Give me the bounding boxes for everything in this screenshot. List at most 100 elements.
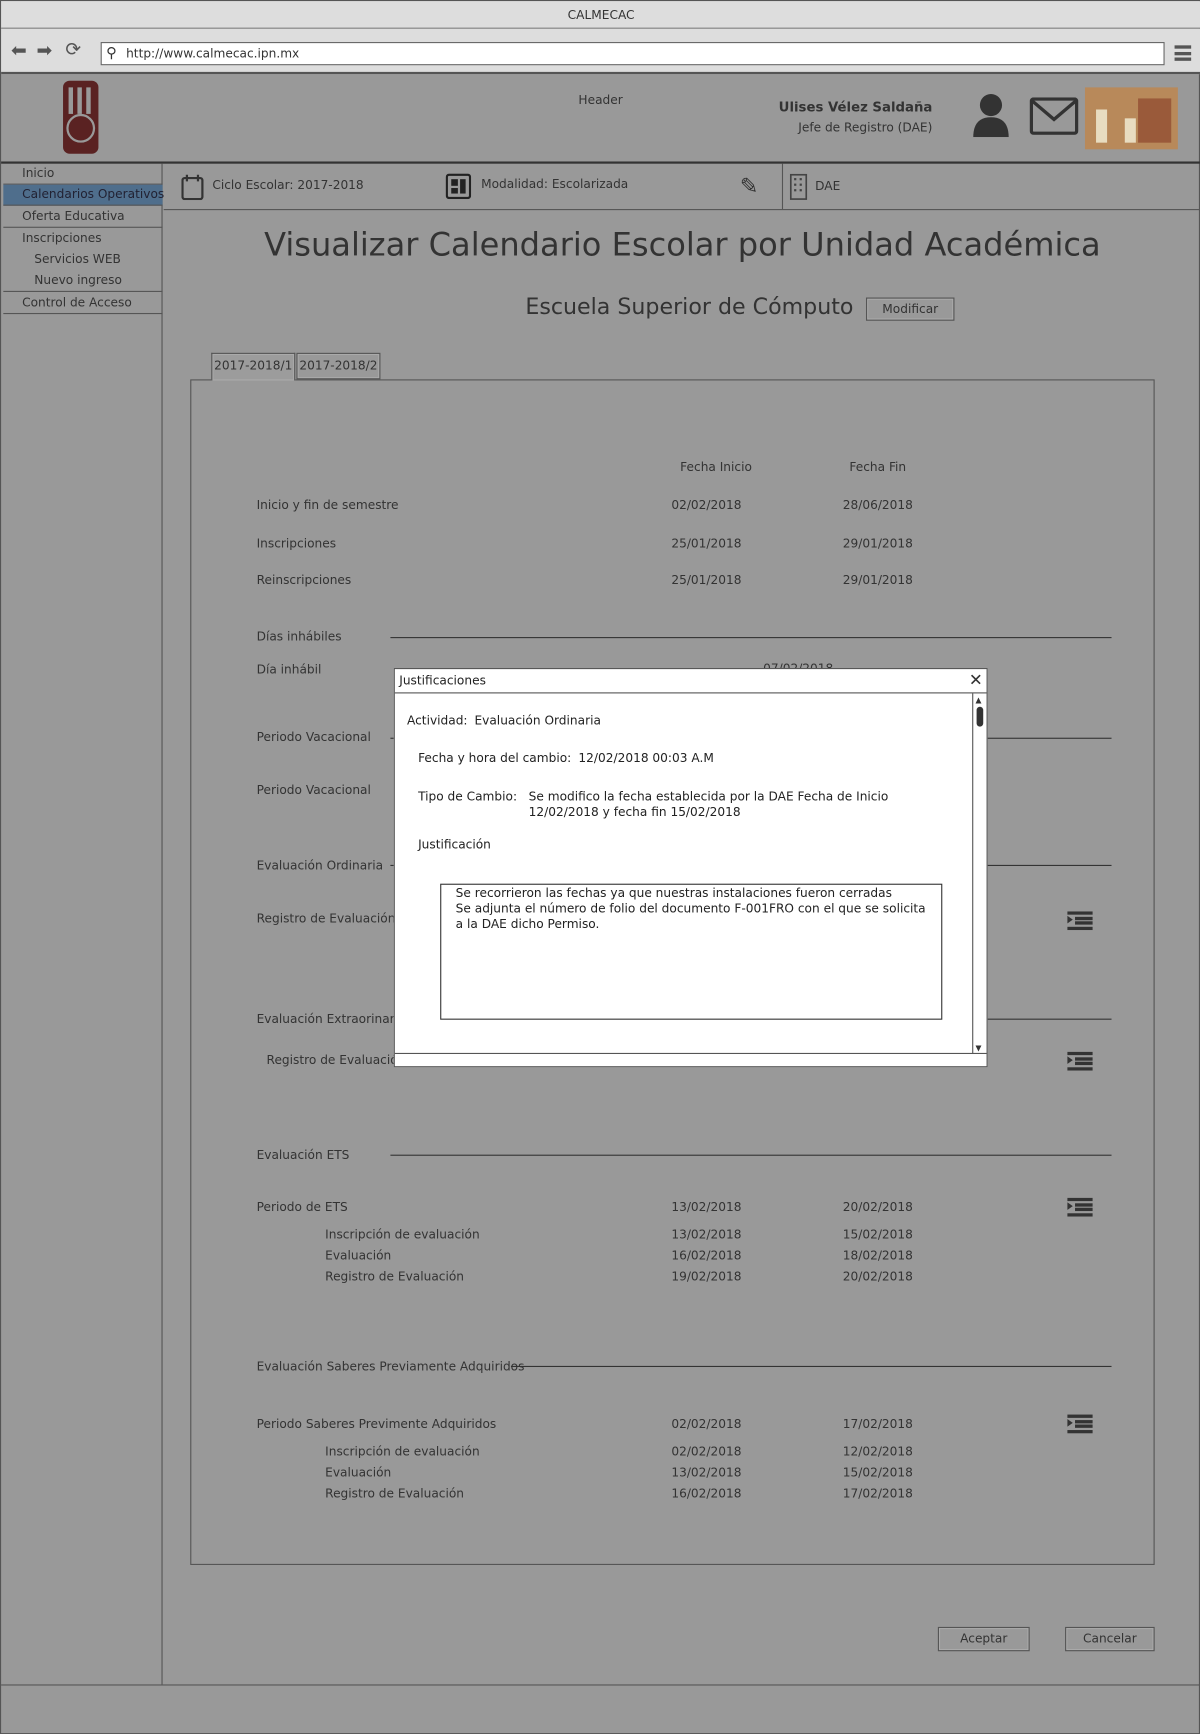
row-start: 25/01/2018 [671,536,742,551]
section-divider [390,1154,1112,1156]
sub-row-label: Evaluación [325,1248,392,1264]
row-label: Periodo de ETS [256,1199,348,1215]
tipo-label: Tipo de Cambio: [418,789,518,805]
dialog-header: Justificaciones ✕ [394,669,987,694]
row-label: Periodo Vacacional [256,783,371,798]
row-label: Reinscripciones [256,572,352,588]
modify-button[interactable]: Modificar [865,297,955,321]
col-header-end: Fecha Fin [849,460,907,475]
section-title: Días inhábiles [256,629,342,644]
forward-icon[interactable]: ➡ [36,40,52,62]
section-title: Evaluación Extraorinaria [256,1011,406,1027]
sub-row-end: 20/02/2018 [842,1269,913,1285]
page-title: Visualizar Calendario Escolar por Unidad… [264,225,1101,264]
mail-icon[interactable] [1029,97,1079,135]
ciclo-escolar: Ciclo Escolar: 2017-2018 [212,178,364,193]
school-name: Escuela Superior de Cómputo [525,293,854,320]
modalidad-icon [445,173,472,200]
details-list-icon[interactable] [1067,911,1093,931]
section-title: Evaluación ETS [256,1148,350,1163]
row-start: 02/02/2018 [671,497,742,513]
justificacion-textarea[interactable]: Se recorrieron las fechas ya que nuestra… [440,883,943,1020]
row-end: 28/06/2018 [842,497,913,513]
sub-row-start: 13/02/2018 [671,1465,742,1480]
back-icon[interactable]: ⬅ [11,40,27,62]
row-label: Inscripciones [256,536,337,551]
sub-row-label: Inscripción de evaluación [325,1227,480,1243]
window-title: CALMECAC [1,1,1200,29]
search-icon: ⚲ [106,45,117,62]
sidebar-item-calendarios-operativos[interactable]: Calendarios Operativos [3,184,164,206]
user-icon[interactable] [972,93,1010,138]
app-header: Header Ulises Vélez Saldaña Jefe de Regi… [1,74,1200,164]
justificaciones-dialog: Justificaciones ✕ Actividad: Evaluación … [393,668,988,1068]
sub-row-end: 15/02/2018 [842,1465,913,1480]
sub-row-start: 16/02/2018 [671,1248,742,1264]
row-start: 02/02/2018 [671,1416,742,1432]
modalidad: Modalidad: Escolarizada [481,176,629,192]
sub-row-start: 02/02/2018 [671,1444,742,1459]
sidebar-item-nuevo-ingreso[interactable]: Nuevo ingreso [3,271,163,292]
details-list-icon[interactable] [1067,1414,1093,1434]
sub-row-start: 16/02/2018 [671,1486,742,1501]
info-bar: Ciclo Escolar: 2017-2018 Modalidad: Esco… [163,163,1200,211]
row-label: Día inhábil [256,662,322,677]
close-icon[interactable]: ✕ [969,670,983,690]
details-list-icon[interactable] [1067,1197,1093,1217]
tipo-value: Se modifico la fecha establecida por la … [528,789,889,820]
sub-row-label: Evaluación [325,1465,392,1480]
actividad-value: Evaluación Ordinaria [474,713,601,728]
dialog-title: Justificaciones [399,673,486,688]
details-list-icon[interactable] [1067,1051,1093,1071]
reload-icon[interactable]: ⟳ [65,39,81,61]
justificacion-label: Justificación [418,837,491,852]
sidebar-item-control-de-acceso[interactable]: Control de Acceso [3,293,163,315]
header-label: Header [578,92,623,108]
sidebar: Inicio Calendarios Operativos Oferta Edu… [3,163,164,1685]
fecha-value: 12/02/2018 00:03 A.M [578,750,714,766]
tab-2017-2018-1[interactable]: 2017-2018/1 [211,352,296,381]
sidebar-item-inicio[interactable]: Inicio [3,164,163,185]
sub-row-start: 13/02/2018 [671,1227,742,1243]
row-start: 25/01/2018 [671,572,742,588]
row-end: 29/01/2018 [842,572,913,588]
sub-row-start: 19/02/2018 [671,1269,742,1285]
browser-toolbar: ⬅ ➡ ⟳ ⚲ http://www.calmecac.ipn.mx [1,28,1200,75]
row-start: 13/02/2018 [671,1199,742,1215]
sidebar-item-oferta-educativa[interactable]: Oferta Educativa [3,207,163,228]
col-header-start: Fecha Inicio [680,460,752,475]
sub-row-label: Registro de Evaluación [325,1269,464,1285]
row-label: Registro de Evaluación [256,911,396,926]
dialog-scrollbar[interactable]: ▲ ▼ [972,693,986,1055]
unidad: DAE [815,179,841,194]
ipn-logo [63,80,99,154]
edit-pencil-icon[interactable]: ✎ [740,173,759,200]
section-title: Evaluación Saberes Previamente Adquirido… [256,1359,525,1374]
fecha-label: Fecha y hora del cambio: [418,750,572,766]
row-end: 17/02/2018 [842,1416,913,1432]
menu-icon[interactable] [1174,45,1192,61]
sidebar-item-inscripciones[interactable]: Inscripciones [3,229,162,250]
url-input[interactable]: ⚲ http://www.calmecac.ipn.mx [100,42,1165,66]
section-title: Evaluación Ordinaria [256,858,384,873]
sub-row-end: 18/02/2018 [842,1248,913,1264]
sub-row-end: 17/02/2018 [842,1486,913,1501]
sidebar-item-servicios-web[interactable]: Servicios WEB [3,250,162,271]
sub-row-label: Registro de Evaluación [325,1486,464,1501]
status-bar-divider [1,1684,1200,1686]
accept-button[interactable]: Aceptar [937,1626,1030,1652]
row-end: 20/02/2018 [842,1199,913,1215]
user-name: Ulises Vélez Saldaña [778,99,933,116]
url-text: http://www.calmecac.ipn.mx [126,46,300,61]
row-label: Periodo Vacacional [256,729,371,745]
section-divider [510,1365,1112,1368]
scroll-thumb[interactable] [976,706,984,727]
calendar-icon [181,174,204,201]
codex-image [1084,87,1178,150]
tab-2017-2018-2[interactable]: 2017-2018/2 [296,352,381,380]
cancel-button[interactable]: Cancelar [1065,1626,1155,1652]
section-divider [390,637,1112,639]
building-icon [789,173,808,200]
sub-row-end: 15/02/2018 [842,1227,913,1243]
sub-row-label: Inscripción de evaluación [325,1444,480,1459]
